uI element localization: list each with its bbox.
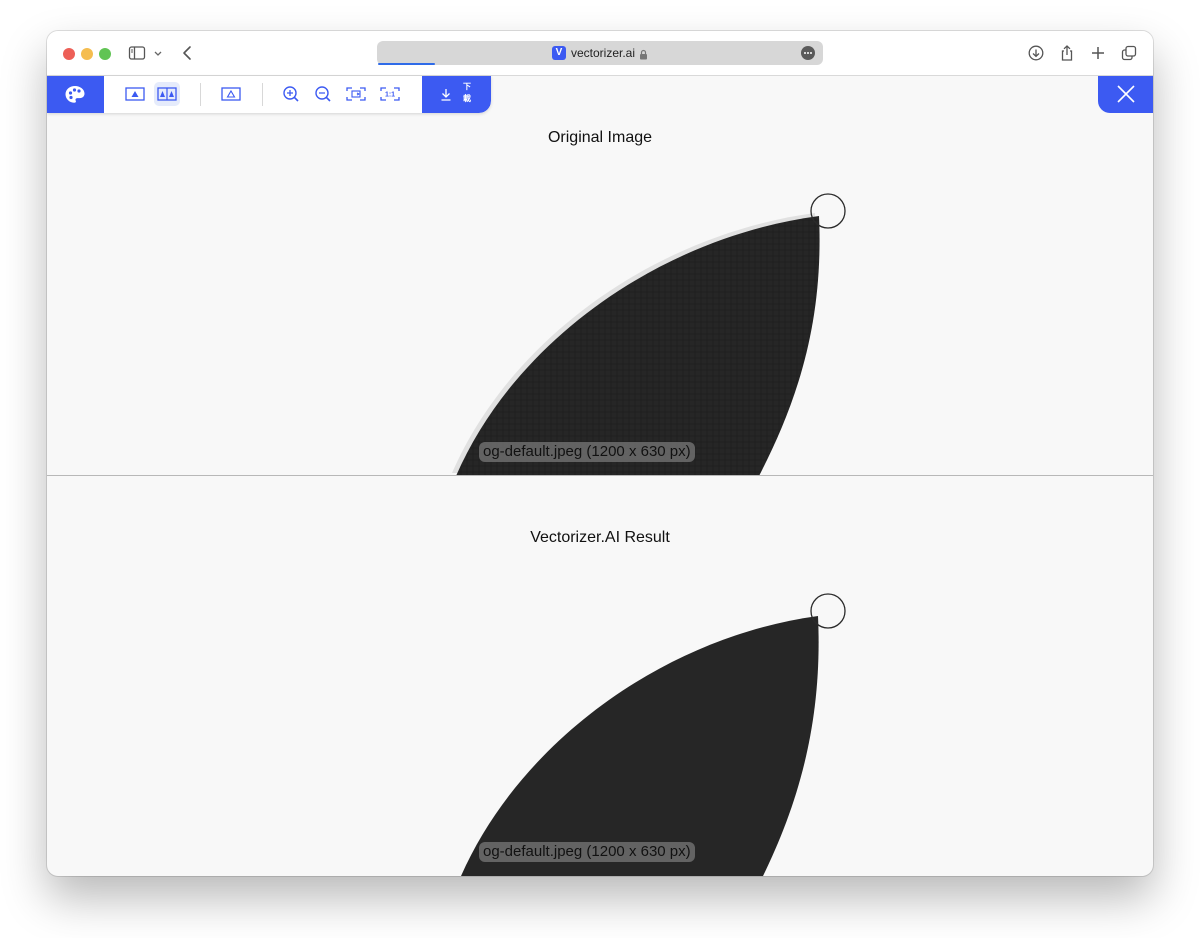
palette-button[interactable] <box>47 76 104 113</box>
download-label: 下載 <box>463 82 471 103</box>
zoom-out-icon[interactable] <box>310 82 336 106</box>
close-viewer-button[interactable] <box>1098 76 1153 113</box>
minimize-window-button[interactable] <box>81 48 93 60</box>
download-arrow-icon <box>441 89 451 101</box>
back-arrow-icon[interactable] <box>177 43 197 63</box>
download-button[interactable]: 下載 <box>422 76 491 113</box>
page-load-progress <box>378 63 435 65</box>
close-window-button[interactable] <box>63 48 75 60</box>
actual-size-icon[interactable]: 1:1 <box>377 82 403 106</box>
original-file-label: og-default.jpeg (1200 x 630 px) <box>479 442 695 462</box>
svg-text:1:1: 1:1 <box>385 92 395 99</box>
original-image-panel: Original Image og-default.jpeg (1200 x 6… <box>47 76 1153 476</box>
lock-icon <box>639 47 648 65</box>
vectorized-result-panel: Vectorizer.AI Result og-default.jpeg (12… <box>47 476 1153 876</box>
site-favicon: V <box>552 46 566 60</box>
panel-divider[interactable] <box>47 475 1153 476</box>
original-leaf-image <box>452 193 846 476</box>
toolbar-separator <box>262 83 263 106</box>
palette-icon <box>65 86 85 103</box>
close-icon <box>1117 85 1135 103</box>
single-view-icon[interactable] <box>122 82 148 106</box>
sidebar-icon[interactable] <box>127 43 147 63</box>
share-icon[interactable] <box>1057 43 1077 63</box>
side-by-side-view-icon[interactable] <box>154 82 180 106</box>
zoom-in-icon[interactable] <box>278 82 304 106</box>
address-bar[interactable]: V vectorizer.ai <box>377 41 823 65</box>
page-menu-icon[interactable] <box>801 46 815 60</box>
viewer-toolbar: 1:1 下載 <box>47 76 491 113</box>
chevron-down-icon[interactable] <box>151 43 165 63</box>
url-text: vectorizer.ai <box>571 46 636 60</box>
fit-to-screen-icon[interactable] <box>343 82 369 106</box>
toolbar-separator <box>200 83 201 106</box>
browser-toolbar: V vectorizer.ai <box>47 31 1153 76</box>
plus-icon[interactable] <box>1088 43 1108 63</box>
vectorizer-viewer: Original Image og-default.jpeg (1200 x 6… <box>47 76 1153 876</box>
zoom-window-button[interactable] <box>99 48 111 60</box>
outline-view-icon[interactable] <box>218 82 244 106</box>
vectorized-leaf-image <box>461 593 846 876</box>
download-icon[interactable] <box>1026 43 1046 63</box>
browser-window: V vectorizer.ai Original Image og-defaul… <box>47 31 1153 876</box>
result-file-label: og-default.jpeg (1200 x 630 px) <box>479 842 695 862</box>
tabs-overview-icon[interactable] <box>1119 43 1139 63</box>
